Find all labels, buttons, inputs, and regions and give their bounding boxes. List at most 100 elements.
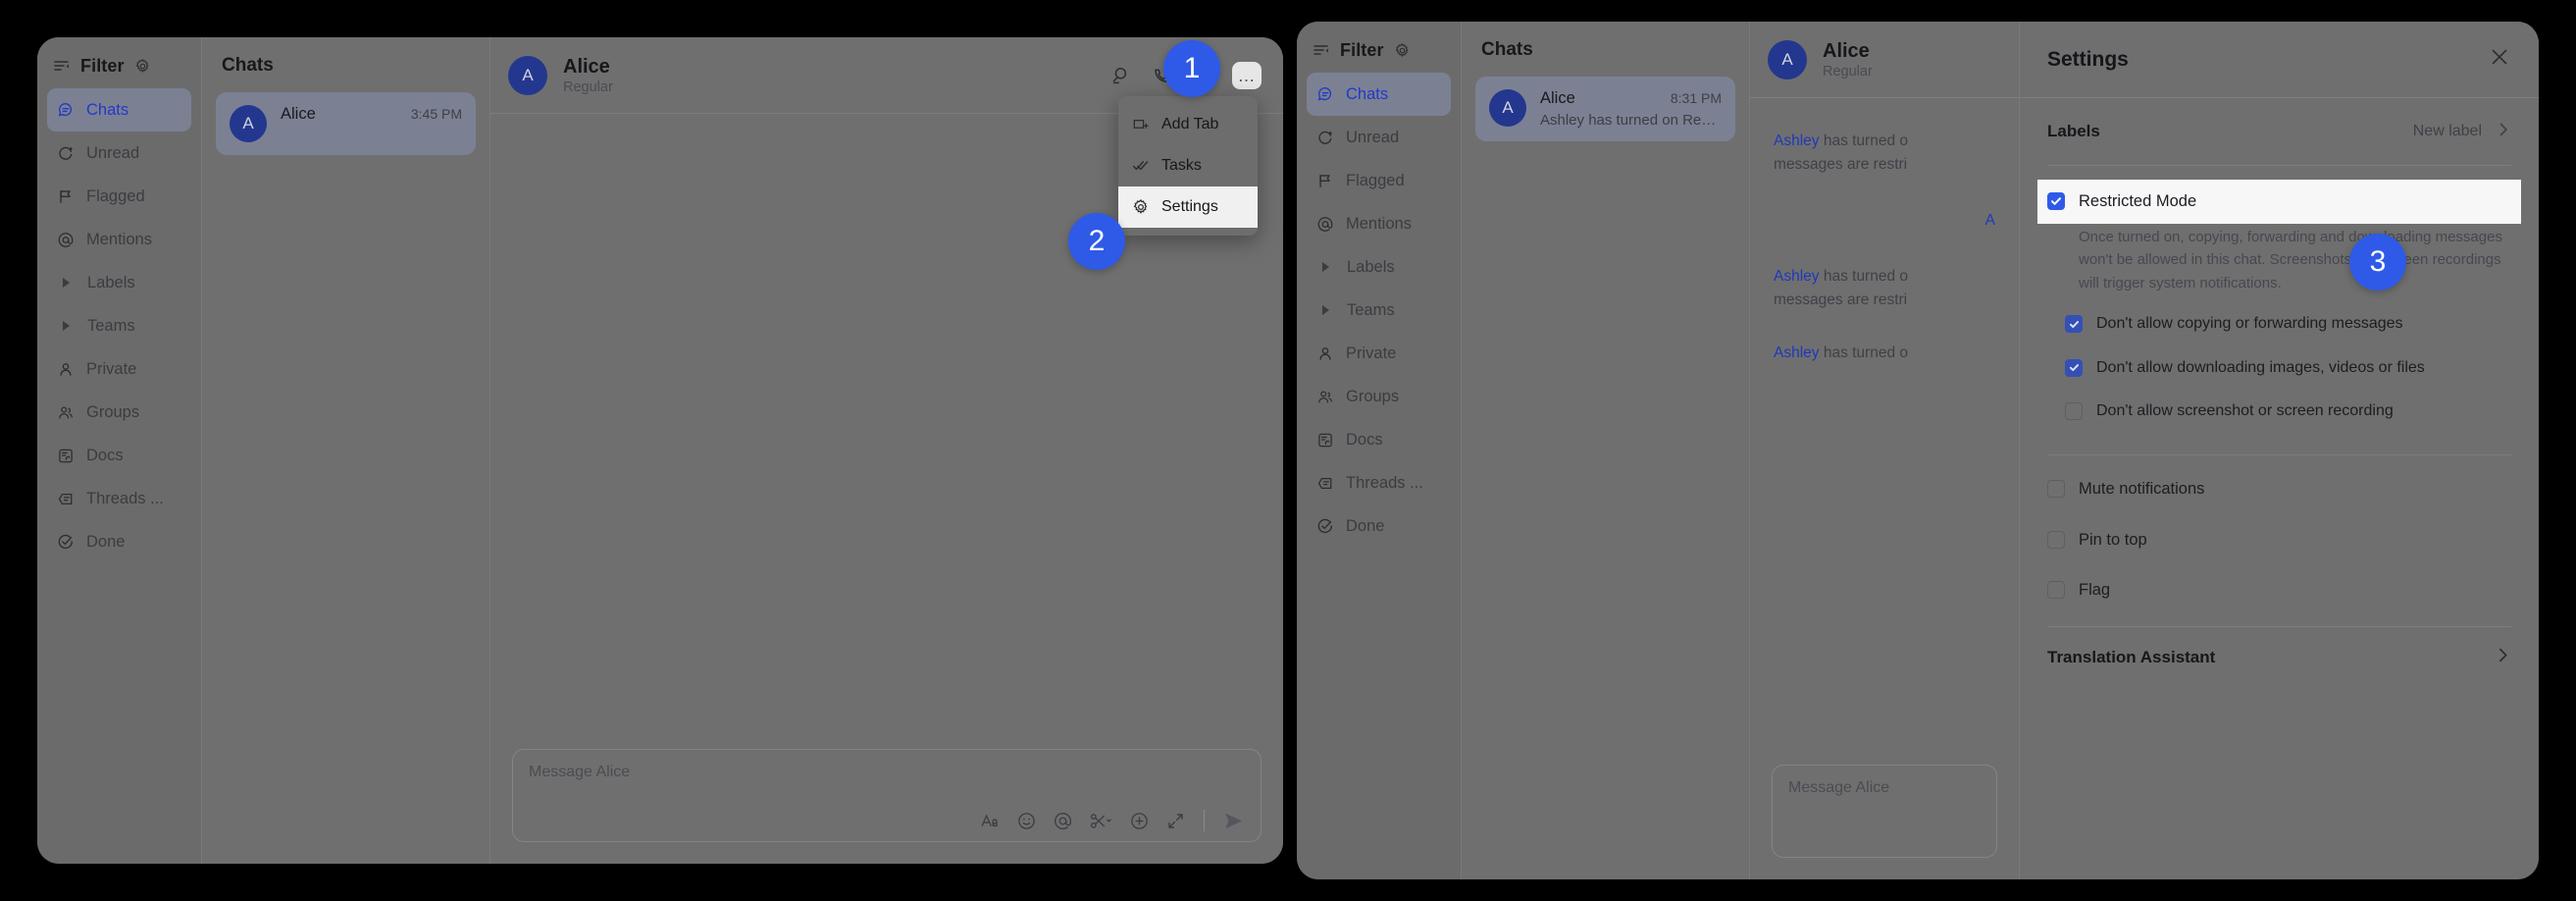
no-copy-forward-checkbox[interactable] — [2065, 315, 2083, 334]
system-message-author: Ashley — [1774, 344, 1820, 362]
conversation-header: A Alice Regular — [1750, 22, 2019, 98]
person-icon — [1316, 344, 1334, 362]
emoji-icon[interactable] — [1016, 810, 1037, 831]
system-message-tail: messages are restri — [1774, 292, 1908, 309]
flag-checkbox[interactable] — [2047, 580, 2065, 599]
tasks-icon — [1132, 157, 1150, 175]
expand-icon[interactable] — [1165, 810, 1186, 831]
filter-lines-icon[interactable] — [53, 57, 71, 75]
sidebar-left: Filter Chats Unread Flagged Mentions Lab… — [37, 37, 202, 864]
screenshot-stage: Filter Chats Unread Flagged Mentions Lab… — [0, 0, 2576, 901]
close-icon[interactable] — [2488, 45, 2511, 74]
sidebar-item-mentions[interactable]: Mentions — [1307, 202, 1451, 245]
list-item[interactable]: A Alice 3:45 PM — [216, 92, 476, 155]
send-icon[interactable] — [1222, 810, 1245, 831]
list-item[interactable]: A Alice 8:31 PM Ashley has turned on Res… — [1475, 77, 1735, 141]
pin-to-top-checkbox[interactable] — [2047, 530, 2065, 549]
gear-icon[interactable] — [1394, 41, 1412, 59]
caret-right-icon — [1322, 262, 1329, 272]
chat-list-right: Chats A Alice 8:31 PM Ashley has turned … — [1462, 22, 1750, 879]
message-composer[interactable]: Message Alice — [512, 749, 1262, 842]
settings-panel: Settings Labels New label Restricted Mod… — [2019, 22, 2539, 879]
menu-item-tasks[interactable]: Tasks — [1118, 145, 1258, 186]
sidebar-item-label: Labels — [87, 273, 135, 292]
snippet-scissors-icon[interactable] — [1089, 810, 1113, 831]
new-label-action[interactable]: New label — [2413, 123, 2482, 140]
menu-item-label: Add Tab — [1161, 116, 1219, 132]
chat-list-left: Chats A Alice 3:45 PM — [202, 37, 490, 864]
sidebar-item-threads[interactable]: Threads ... — [47, 477, 191, 520]
caret-right-icon — [63, 321, 70, 331]
restricted-mode-row[interactable]: Restricted Mode — [2037, 180, 2521, 225]
no-download-checkbox[interactable] — [2065, 358, 2083, 377]
sidebar-item-private[interactable]: Private — [1307, 332, 1451, 375]
pin-to-top-row[interactable]: Pin to top — [2047, 518, 2511, 562]
no-screenshot-checkbox[interactable] — [2065, 402, 2083, 421]
sidebar-item-teams[interactable]: Teams — [47, 304, 191, 347]
sidebar-item-label: Threads ... — [86, 489, 164, 507]
sub-option-row[interactable]: Don't allow screenshot or screen recordi… — [2047, 390, 2511, 433]
composer-actions — [529, 810, 1245, 831]
filter-lines-icon[interactable] — [1313, 41, 1330, 59]
translation-assistant-row[interactable]: Translation Assistant — [2047, 627, 2511, 668]
sub-option-row[interactable]: Don't allow copying or forwarding messag… — [2047, 302, 2511, 345]
mute-notifications-checkbox[interactable] — [2047, 480, 2065, 499]
sidebar-item-unread[interactable]: Unread — [1307, 116, 1451, 159]
restricted-mode-checkbox[interactable] — [2047, 192, 2065, 210]
sidebar-item-private[interactable]: Private — [47, 347, 191, 391]
menu-item-add-tab[interactable]: Add Tab — [1118, 104, 1258, 145]
sidebar-item-groups[interactable]: Groups — [1307, 375, 1451, 418]
message-composer[interactable]: Message Alice — [1772, 765, 1997, 858]
sidebar-item-label: Teams — [1347, 300, 1395, 319]
sidebar-item-docs[interactable]: Docs — [47, 434, 191, 477]
sidebar-title: Filter — [80, 55, 125, 76]
flag-row[interactable]: Flag — [2047, 568, 2511, 612]
sidebar-item-label: Chats — [86, 100, 129, 119]
mention-icon[interactable] — [1053, 810, 1073, 831]
sidebar-item-groups[interactable]: Groups — [47, 391, 191, 434]
sidebar-item-teams[interactable]: Teams — [1307, 289, 1451, 332]
menu-item-label: Settings — [1161, 198, 1218, 215]
sidebar-item-done[interactable]: Done — [1307, 504, 1451, 548]
sub-option-row[interactable]: Don't allow downloading images, videos o… — [2047, 346, 2511, 390]
list-item-time: 8:31 PM — [1670, 90, 1722, 106]
conversation-right: A Alice Regular Ashley has turned o mess… — [1750, 22, 2019, 879]
sidebar-item-chats[interactable]: Chats — [1307, 73, 1451, 116]
gear-icon — [1132, 198, 1150, 216]
sidebar-item-labels[interactable]: Labels — [47, 261, 191, 304]
format-text-icon[interactable] — [980, 810, 1001, 831]
sidebar-item-unread[interactable]: Unread — [47, 132, 191, 175]
chevron-right-icon — [2496, 122, 2511, 142]
labels-row[interactable]: Labels New label — [2047, 98, 2511, 165]
check-circle-icon — [1316, 517, 1334, 535]
plus-circle-icon[interactable] — [1129, 810, 1150, 831]
sidebar-item-flagged[interactable]: Flagged — [47, 175, 191, 218]
more-horizontal-icon[interactable]: … — [1232, 61, 1262, 89]
sidebar-right: Filter Chats Unread Flagged Mentions Lab… — [1297, 22, 1462, 879]
message-input-placeholder[interactable]: Message Alice — [1788, 779, 1981, 797]
window-right: Filter Chats Unread Flagged Mentions Lab… — [1297, 22, 2539, 879]
toggle-label: Pin to top — [2079, 530, 2147, 549]
mute-notifications-row[interactable]: Mute notifications — [2047, 467, 2511, 511]
sidebar-item-docs[interactable]: Docs — [1307, 418, 1451, 461]
system-message: Ashley has turned o — [1774, 342, 1995, 365]
menu-item-settings[interactable]: Settings — [1118, 186, 1258, 228]
search-icon[interactable] — [1108, 63, 1134, 88]
sidebar-item-chats[interactable]: Chats — [47, 88, 191, 132]
composer-wrap-right: Message Alice — [1750, 765, 2019, 879]
restricted-mode-label: Restricted Mode — [2079, 192, 2197, 210]
sidebar-item-labels[interactable]: Labels — [1307, 245, 1451, 289]
more-options-menu: Add Tab Tasks Settings — [1118, 96, 1258, 236]
at-sign-icon — [1316, 215, 1334, 233]
sidebar-item-threads[interactable]: Threads ... — [1307, 461, 1451, 504]
sidebar-item-done[interactable]: Done — [47, 520, 191, 563]
gear-icon[interactable] — [134, 57, 152, 75]
chat-bubble-icon — [57, 101, 75, 119]
sidebar-item-mentions[interactable]: Mentions — [47, 218, 191, 261]
sidebar-item-flagged[interactable]: Flagged — [1307, 159, 1451, 202]
threads-icon — [1316, 474, 1334, 492]
sub-option-label: Don't allow screenshot or screen recordi… — [2096, 402, 2394, 420]
peer-subtitle: Regular — [1823, 63, 1873, 80]
peer-subtitle: Regular — [563, 79, 613, 95]
message-input-placeholder[interactable]: Message Alice — [529, 764, 1245, 781]
